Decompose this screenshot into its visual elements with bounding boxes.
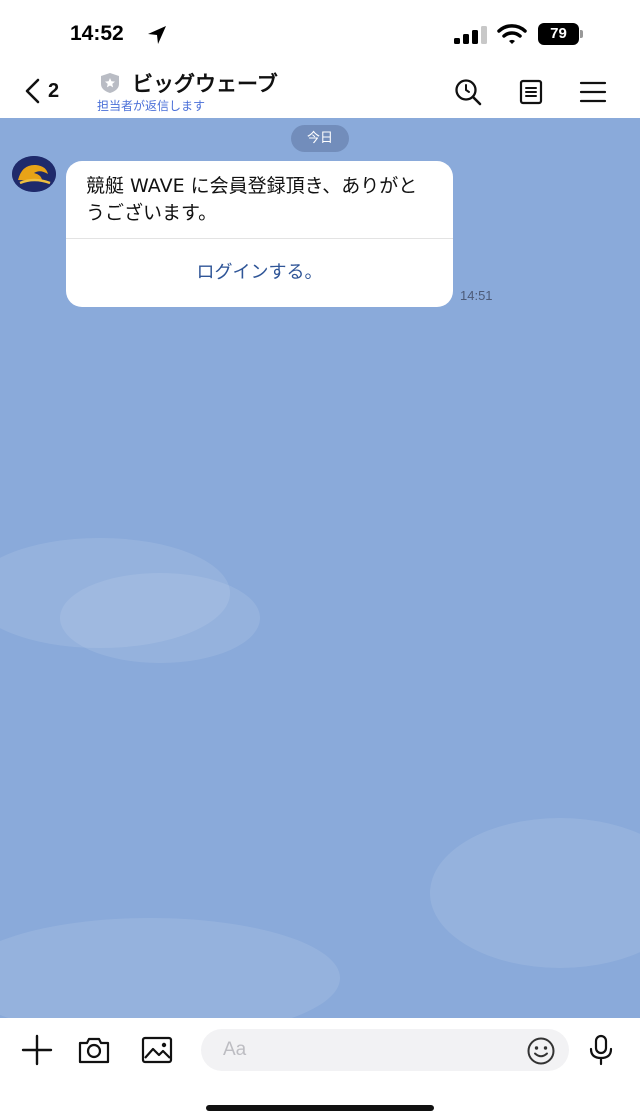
background-cloud (0, 918, 340, 1018)
verified-badge-icon (101, 73, 119, 93)
status-bar: 14:52 79 (0, 0, 640, 64)
wave-logo-icon (12, 156, 56, 192)
background-cloud (60, 573, 260, 663)
chat-subtitle: 担当者が返信します (97, 99, 206, 113)
back-button[interactable]: 2 (22, 74, 59, 108)
plus-icon (21, 1034, 53, 1066)
home-indicator (206, 1105, 434, 1111)
status-time: 14:52 (70, 22, 124, 45)
message-bubble: 競艇 WAVE に会員登録頂き、ありがとうございます。 ログインする。 (66, 161, 453, 307)
chat-area[interactable]: 今日 競艇 WAVE に会員登録頂き、ありがとうございます。 ログインする。 1… (0, 118, 640, 1018)
image-icon (141, 1036, 173, 1064)
image-button[interactable] (137, 1030, 177, 1070)
message-input[interactable] (201, 1029, 569, 1071)
input-bar (0, 1018, 640, 1120)
message-text: 競艇 WAVE に会員登録頂き、ありがとうございます。 (86, 175, 418, 224)
microphone-icon (589, 1034, 613, 1066)
background-cloud (430, 818, 640, 968)
chevron-left-icon (25, 78, 40, 104)
cellular-signal-icon (454, 26, 487, 44)
chat-title: ビッグウェーブ (132, 72, 278, 96)
emoji-button[interactable] (525, 1035, 557, 1067)
emoji-icon (527, 1037, 555, 1065)
battery-level: 79 (538, 23, 579, 45)
menu-icon (579, 81, 607, 103)
date-separator: 今日 (291, 125, 349, 152)
login-link[interactable]: ログインする。 (66, 239, 453, 307)
message-time: 14:51 (460, 288, 493, 303)
search-icon (455, 79, 482, 106)
battery-icon: 79 (538, 23, 584, 45)
camera-icon (78, 1037, 110, 1064)
camera-button[interactable] (74, 1030, 114, 1070)
voice-button[interactable] (581, 1030, 621, 1070)
notes-button[interactable] (515, 76, 547, 108)
wifi-icon (497, 24, 527, 44)
location-arrow-icon (148, 26, 166, 44)
menu-button[interactable] (577, 76, 609, 108)
search-button[interactable] (452, 76, 484, 108)
chat-header: 2 ビッグウェーブ 担当者が返信します (0, 64, 640, 118)
avatar[interactable] (12, 156, 56, 192)
notes-icon (519, 79, 543, 105)
unread-count: 2 (48, 79, 60, 102)
add-button[interactable] (17, 1030, 57, 1070)
